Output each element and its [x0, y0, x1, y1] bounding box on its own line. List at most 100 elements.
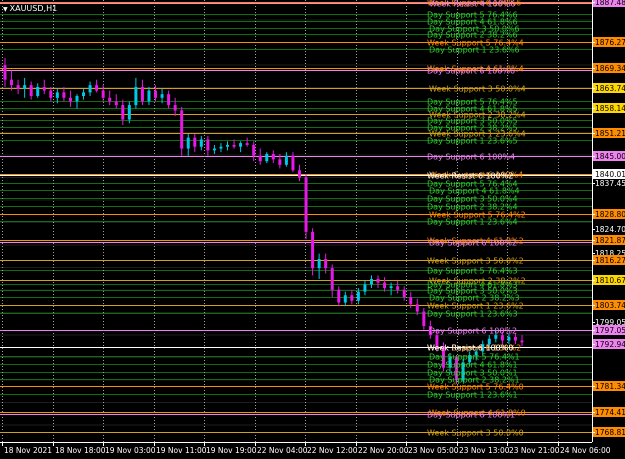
time-label: 19 Nov 11:00: [156, 446, 207, 455]
time-label: 23 Nov 13:00: [459, 446, 510, 455]
level-label: Day Support 6 100%2: [429, 327, 517, 336]
price-label: 1792.94: [595, 340, 625, 349]
time-label: 19 Nov 19:00: [206, 446, 257, 455]
price-label: 1816.27: [595, 256, 625, 265]
candle-body: [206, 139, 210, 151]
candle-body: [167, 94, 171, 106]
candle-body: [101, 90, 105, 98]
time-label: 22 Nov 20:00: [358, 446, 409, 455]
candle-body: [317, 259, 321, 269]
level-label: Day Support 6 100%1: [427, 411, 515, 420]
level-label: Week Resist 4 100%6: [429, 0, 515, 9]
candle-body: [343, 295, 347, 303]
candle-body: [226, 144, 230, 147]
candle-body: [396, 286, 400, 290]
dropdown-triangle-icon: ▼: [3, 6, 8, 13]
price-label: 1821.87: [595, 236, 625, 245]
candle-body: [415, 304, 419, 312]
time-label: 18 Nov 18:00: [55, 446, 106, 455]
chart-window[interactable]: Week Support 6 100%6 Week Resist 4 100%6 D…: [0, 0, 625, 459]
candle-body: [232, 144, 236, 147]
candle-body: [284, 155, 288, 165]
time-label: 23 Nov 05:00: [408, 446, 459, 455]
symbol-title: ▼ XAUUSD,H1: [3, 4, 57, 13]
candle-body: [36, 86, 40, 97]
level-label: Day Support 1 23.6%1: [427, 391, 518, 400]
candle-body: [108, 97, 112, 102]
candle-body: [121, 105, 125, 120]
candle-body: [193, 137, 197, 147]
candle-body: [186, 137, 190, 149]
level-label: Day Support 1 23.6%6: [429, 46, 520, 55]
candle-body: [49, 90, 53, 98]
candle-body: [140, 86, 144, 102]
time-label: 23 Nov 21:00: [509, 446, 560, 455]
candle-body: [258, 155, 262, 162]
candle-body: [271, 153, 275, 160]
candle-body: [147, 90, 151, 102]
candle-body: [180, 110, 184, 149]
candle-body: [95, 85, 99, 91]
candle-body: [520, 340, 524, 343]
time-label: 22 Nov 04:00: [257, 446, 308, 455]
price-label: 1797.05: [595, 326, 625, 335]
price-label: 1845.00: [595, 152, 625, 161]
level-label: Day Support 6 100%4: [427, 153, 515, 162]
candle-body: [304, 177, 308, 232]
candle-body: [29, 85, 33, 97]
candle-body: [422, 311, 426, 327]
candle-body: [337, 289, 341, 303]
candle-body: [297, 170, 301, 178]
candle-body: [62, 92, 66, 98]
price-label: 1828.80: [595, 210, 625, 219]
candle-body: [356, 291, 360, 301]
price-label: 1876.27: [595, 38, 625, 47]
candle-body: [494, 335, 498, 339]
price-label: 1774.41: [595, 408, 625, 417]
candle-body: [252, 144, 256, 156]
price-label: 1837.45: [595, 179, 625, 188]
candle-body: [23, 85, 27, 89]
time-label: 19 Nov 03:00: [105, 446, 156, 455]
price-label: 1768.81: [595, 428, 625, 437]
candle-body: [369, 278, 373, 285]
price-label: 1869.34: [595, 64, 625, 73]
candle-body: [75, 96, 79, 102]
candle-body: [383, 282, 387, 289]
candle-body: [389, 286, 393, 289]
candle-body: [3, 65, 7, 80]
candle-body: [350, 295, 354, 301]
candle-body: [10, 79, 14, 86]
level-label: Day Support 1 23.6%5: [427, 137, 518, 146]
candle-body: [239, 143, 243, 147]
candle-body: [88, 85, 92, 93]
level-label: Day Support 6 100%6: [427, 67, 515, 76]
level-label: Week Support 3 50.0%0: [427, 429, 524, 438]
price-chart[interactable]: Week Support 6 100%6Week Resist 4 100%6D…: [0, 0, 625, 459]
candle-body: [199, 139, 203, 147]
level-label: Day Support 6 100%2: [429, 239, 517, 248]
candle-body: [513, 336, 517, 341]
price-label: 1863.74: [595, 84, 625, 93]
candle-body: [219, 146, 223, 149]
candle-body: [173, 105, 177, 111]
candle-body: [507, 336, 511, 341]
level-label: Day Support 1 23.6%3: [427, 310, 518, 319]
candle-body: [363, 284, 367, 292]
level-label: Day Support 1 23.6%4: [427, 218, 518, 227]
candle-body: [376, 278, 380, 283]
candle-body: [402, 289, 406, 298]
candle-body: [68, 97, 72, 102]
level-label: Week Support 3 50.0%4: [429, 85, 526, 94]
candle-body: [55, 92, 59, 98]
candle-body: [500, 335, 504, 341]
candle-body: [134, 86, 138, 106]
candle-body: [160, 94, 164, 98]
price-label: 1810.67: [595, 276, 625, 285]
candle-body: [42, 86, 46, 91]
candle-body: [324, 259, 328, 269]
candle-body: [154, 90, 158, 98]
time-label: 22 Nov 12:00: [307, 446, 358, 455]
price-label: 1858.14: [595, 104, 625, 113]
price-label: 1887.48: [595, 0, 625, 7]
